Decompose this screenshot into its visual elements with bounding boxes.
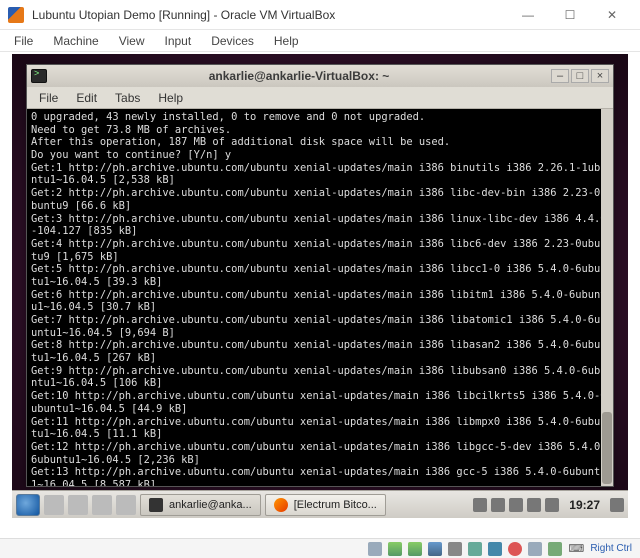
status-display-icon[interactable] xyxy=(488,542,502,556)
status-mouse-icon[interactable] xyxy=(548,542,562,556)
terminal-title: ankarlie@ankarlie-VirtualBox: ~ xyxy=(53,69,545,83)
terminal-scrollbar[interactable] xyxy=(601,109,613,486)
firefox-icon xyxy=(274,498,288,512)
terminal-line: Get:10 http://ph.archive.ubuntu.com/ubun… xyxy=(31,390,609,415)
terminal-line: Get:13 http://ph.archive.ubuntu.com/ubun… xyxy=(31,466,609,486)
terminal-output[interactable]: 0 upgraded, 43 newly installed, 0 to rem… xyxy=(27,109,613,486)
host-menubar: File Machine View Input Devices Help xyxy=(0,30,640,52)
menu-file[interactable]: File xyxy=(6,32,41,50)
menu-devices[interactable]: Devices xyxy=(203,32,262,50)
terminal-line: 0 upgraded, 43 newly installed, 0 to rem… xyxy=(31,111,609,124)
logout-icon[interactable] xyxy=(610,498,624,512)
menu-machine[interactable]: Machine xyxy=(45,32,106,50)
terminal-line: Get:5 http://ph.archive.ubuntu.com/ubunt… xyxy=(31,263,609,288)
terminal-line: Get:11 http://ph.archive.ubuntu.com/ubun… xyxy=(31,416,609,441)
terminal-menu-file[interactable]: File xyxy=(31,89,66,107)
status-floppy-icon[interactable] xyxy=(408,542,422,556)
status-optical-icon[interactable] xyxy=(388,542,402,556)
terminal-line: Get:9 http://ph.archive.ubuntu.com/ubunt… xyxy=(31,365,609,390)
taskbar-item-label: ankarlie@anka... xyxy=(169,499,252,511)
host-statusbar: ⌨ Right Ctrl xyxy=(0,538,640,558)
terminal-line: Get:3 http://ph.archive.ubuntu.com/ubunt… xyxy=(31,213,609,238)
terminal-minimize-button[interactable]: – xyxy=(551,69,569,83)
terminal-line: Get:2 http://ph.archive.ubuntu.com/ubunt… xyxy=(31,187,609,212)
status-network-icon[interactable] xyxy=(428,542,442,556)
terminal-menubar: File Edit Tabs Help xyxy=(27,87,613,109)
host-key-indicator: ⌨ xyxy=(568,542,584,555)
terminal-line: Need to get 73.8 MB of archives. xyxy=(31,124,609,137)
terminal-line: Get:6 http://ph.archive.ubuntu.com/ubunt… xyxy=(31,289,609,314)
status-usb-icon[interactable] xyxy=(448,542,462,556)
tray-keyboard-icon[interactable] xyxy=(491,498,505,512)
tray-app-icon[interactable] xyxy=(473,498,487,512)
terminal-menu-tabs[interactable]: Tabs xyxy=(107,89,148,107)
terminal-titlebar[interactable]: ankarlie@ankarlie-VirtualBox: ~ – □ × xyxy=(27,65,613,87)
guest-taskbar: ankarlie@anka... [Electrum Bitco... 19:2… xyxy=(12,490,628,518)
menu-input[interactable]: Input xyxy=(157,32,200,50)
terminal-line: Do you want to continue? [Y/n] y xyxy=(31,149,609,162)
host-titlebar: Lubuntu Utopian Demo [Running] - Oracle … xyxy=(0,0,640,30)
menu-view[interactable]: View xyxy=(111,32,153,50)
terminal-window-controls: – □ × xyxy=(551,69,609,83)
status-recording-icon[interactable] xyxy=(508,542,522,556)
menu-help[interactable]: Help xyxy=(266,32,307,50)
status-shared-folders-icon[interactable] xyxy=(468,542,482,556)
status-cpu-icon[interactable] xyxy=(528,542,542,556)
terminal-icon xyxy=(31,69,47,83)
terminal-scroll-thumb[interactable] xyxy=(602,412,612,484)
terminal-menu-help[interactable]: Help xyxy=(150,89,191,107)
terminal-line: Get:8 http://ph.archive.ubuntu.com/ubunt… xyxy=(31,339,609,364)
terminal-icon xyxy=(149,498,163,512)
host-key-label: Right Ctrl xyxy=(590,543,632,554)
tray-power-icon[interactable] xyxy=(545,498,559,512)
quicklaunch-browser-icon[interactable] xyxy=(68,495,88,515)
terminal-line: Get:4 http://ph.archive.ubuntu.com/ubunt… xyxy=(31,238,609,263)
window-list-icon[interactable] xyxy=(116,495,136,515)
taskbar-item-browser[interactable]: [Electrum Bitco... xyxy=(265,494,386,516)
terminal-line: After this operation, 187 MB of addition… xyxy=(31,136,609,149)
tray-volume-icon[interactable] xyxy=(527,498,541,512)
close-button[interactable]: ✕ xyxy=(592,3,632,27)
minimize-button[interactable]: — xyxy=(508,3,548,27)
tray-network-icon[interactable] xyxy=(509,498,523,512)
terminal-line: Get:12 http://ph.archive.ubuntu.com/ubun… xyxy=(31,441,609,466)
taskbar-item-terminal[interactable]: ankarlie@anka... xyxy=(140,494,261,516)
terminal-line: Get:1 http://ph.archive.ubuntu.com/ubunt… xyxy=(31,162,609,187)
status-hdd-icon[interactable] xyxy=(368,542,382,556)
quicklaunch-filemanager-icon[interactable] xyxy=(44,495,64,515)
maximize-button[interactable]: ☐ xyxy=(550,3,590,27)
host-window-title: Lubuntu Utopian Demo [Running] - Oracle … xyxy=(32,8,508,22)
terminal-maximize-button[interactable]: □ xyxy=(571,69,589,83)
system-tray xyxy=(473,498,559,512)
start-menu-button[interactable] xyxy=(16,494,40,516)
taskbar-clock[interactable]: 19:27 xyxy=(563,498,606,512)
show-desktop-icon[interactable] xyxy=(92,495,112,515)
guest-display[interactable]: ankarlie@ankarlie-VirtualBox: ~ – □ × Fi… xyxy=(12,54,628,518)
host-window-controls: — ☐ ✕ xyxy=(508,3,632,27)
taskbar-item-label: [Electrum Bitco... xyxy=(294,499,377,511)
terminal-menu-edit[interactable]: Edit xyxy=(68,89,105,107)
terminal-window: ankarlie@ankarlie-VirtualBox: ~ – □ × Fi… xyxy=(26,64,614,487)
terminal-close-button[interactable]: × xyxy=(591,69,609,83)
terminal-line: Get:7 http://ph.archive.ubuntu.com/ubunt… xyxy=(31,314,609,339)
virtualbox-icon xyxy=(8,7,24,23)
